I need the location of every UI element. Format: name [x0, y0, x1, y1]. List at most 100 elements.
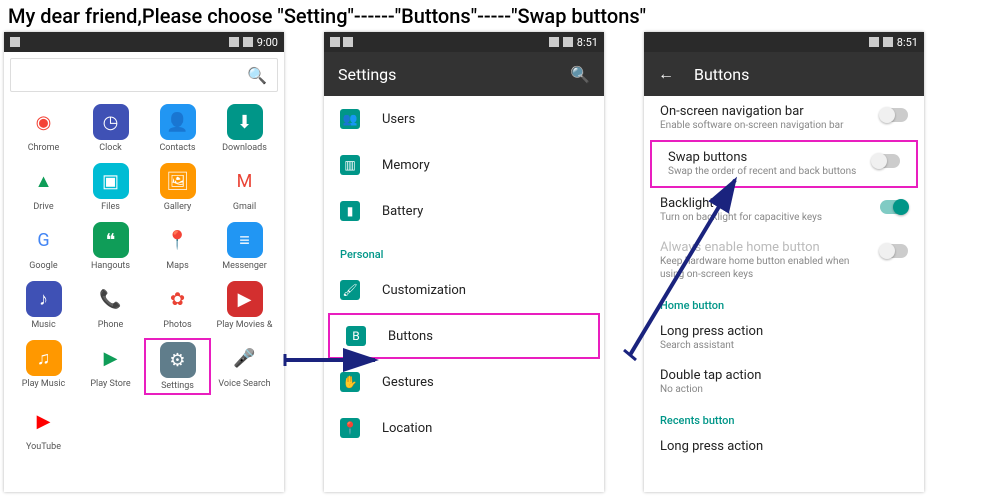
battery-icon [883, 37, 893, 47]
app-gallery[interactable]: 🖼Gallery [144, 161, 211, 214]
app-icon: 📞 [93, 281, 129, 317]
app-downloads[interactable]: ⬇ Downloads [211, 102, 278, 155]
section-header-personal: Personal [324, 234, 604, 267]
search-icon[interactable]: 🔍 [570, 65, 590, 84]
app-label: Clock [99, 143, 121, 153]
app-label: Gallery [164, 202, 192, 212]
settings-item-location[interactable]: 📍Location [324, 405, 604, 451]
settings-title: Settings [338, 65, 396, 84]
switch[interactable] [880, 108, 908, 122]
app-voice-search[interactable]: 🎤Voice Search [211, 338, 278, 395]
app-label: Play Music [22, 379, 66, 389]
app-label: Music [31, 320, 55, 330]
app-label: YouTube [26, 442, 61, 452]
settings-icon: 🖌 [340, 280, 360, 300]
app-settings[interactable]: ⚙Settings [144, 338, 211, 395]
pref-subtitle: No action [660, 383, 908, 396]
app-maps[interactable]: 📍Maps [144, 220, 211, 273]
back-icon[interactable]: ← [658, 64, 674, 84]
notification-icon [330, 37, 340, 47]
app-youtube[interactable]: ▶ YouTube [10, 401, 77, 454]
settings-item-memory[interactable]: ▥ Memory [324, 142, 604, 188]
battery-icon [563, 37, 573, 47]
app-drive[interactable]: ▲Drive [10, 161, 77, 214]
app-play-store[interactable]: ▶Play Store [77, 338, 144, 395]
settings-label: Memory [382, 158, 430, 173]
battery-icon [243, 37, 253, 47]
app-files[interactable]: ▣ Files [77, 161, 144, 214]
app-icon: ⬇ [227, 104, 263, 140]
app-gmail[interactable]: M Gmail [211, 161, 278, 214]
section-header-recents: Recents button [644, 404, 924, 431]
status-bar: 8:51 [324, 32, 604, 52]
pref-long-press-action[interactable]: Long press action [644, 431, 924, 462]
settings-item-customization[interactable]: 🖌Customization [324, 267, 604, 313]
switch[interactable] [872, 154, 900, 168]
app-label: Phone [98, 320, 124, 330]
toggle-title: On-screen navigation bar [660, 104, 872, 119]
app-google[interactable]: GGoogle [10, 220, 77, 273]
app-label: Maps [166, 261, 188, 271]
settings-item-battery[interactable]: ▮ Battery [324, 188, 604, 234]
app-icon: ▶ [26, 403, 62, 439]
app-play-movies-[interactable]: ▶ Play Movies & [211, 279, 278, 332]
app-music[interactable]: ♪ Music [10, 279, 77, 332]
app-icon: ▶ [93, 340, 129, 376]
settings-label: Location [382, 421, 432, 436]
app-bar: ← Buttons [644, 52, 924, 96]
signal-icon [869, 37, 879, 47]
switch[interactable] [880, 200, 908, 214]
app-icon: ♫ [26, 340, 62, 376]
app-label: Messenger [222, 261, 267, 271]
settings-icon: ▮ [340, 201, 360, 221]
wifi-icon [343, 37, 353, 47]
app-label: Hangouts [91, 261, 130, 271]
arrow-1 [280, 340, 390, 380]
app-chrome[interactable]: ◉ Chrome [10, 102, 77, 155]
settings-icon: ▥ [340, 155, 360, 175]
buttons-title: Buttons [694, 65, 749, 84]
app-clock[interactable]: ◷Clock [77, 102, 144, 155]
app-messenger[interactable]: ≡ Messenger [211, 220, 278, 273]
settings-label: Buttons [388, 329, 433, 344]
settings-label: Battery [382, 204, 423, 219]
app-icon: ▣ [93, 163, 129, 199]
status-bar: 9:00 [4, 32, 284, 52]
toggle-subtitle: Enable software on-screen navigation bar [660, 119, 872, 132]
app-icon: ≡ [227, 222, 263, 258]
app-icon: ▶ [227, 281, 263, 317]
app-contacts[interactable]: 👤 Contacts [144, 102, 211, 155]
app-icon: ✿ [160, 281, 196, 317]
app-icon: 👤 [160, 104, 196, 140]
clock-text: 8:51 [577, 36, 598, 49]
app-label: Play Movies & [217, 320, 273, 330]
status-bar: 8:51 [644, 32, 924, 52]
app-label: Chrome [28, 143, 60, 153]
app-icon: 🎤 [227, 340, 263, 376]
app-icon: G [26, 222, 62, 258]
app-label: Files [101, 202, 120, 212]
app-icon: ❝ [93, 222, 129, 258]
app-play-music[interactable]: ♫ Play Music [10, 338, 77, 395]
settings-icon: 👥 [340, 109, 360, 129]
app-label: Gmail [233, 202, 256, 212]
notification-icon [10, 37, 20, 47]
search-bar[interactable]: 🔍 [10, 58, 278, 92]
app-icon: ◉ [26, 104, 62, 140]
toggle-on-screen-navigation-bar[interactable]: On-screen navigation barEnable software … [644, 96, 924, 140]
app-hangouts[interactable]: ❝ Hangouts [77, 220, 144, 273]
app-label: Contacts [159, 143, 195, 153]
signal-icon [549, 37, 559, 47]
arrow-2 [620, 170, 750, 370]
instruction-text: My dear friend,Please choose "Setting"--… [0, 0, 1000, 32]
phone-app-drawer: 9:00 🔍 ◉ Chrome ◷Clock 👤 Contacts ⬇ Downloads ▲… [4, 32, 284, 492]
settings-label: Users [382, 112, 415, 127]
app-photos[interactable]: ✿Photos [144, 279, 211, 332]
app-icon: M [227, 163, 263, 199]
signal-icon [229, 37, 239, 47]
app-phone[interactable]: 📞 Phone [77, 279, 144, 332]
pref-title: Long press action [660, 439, 908, 454]
app-label: Downloads [222, 143, 267, 153]
settings-item-users[interactable]: 👥 Users [324, 96, 604, 142]
app-icon: ♪ [26, 281, 62, 317]
